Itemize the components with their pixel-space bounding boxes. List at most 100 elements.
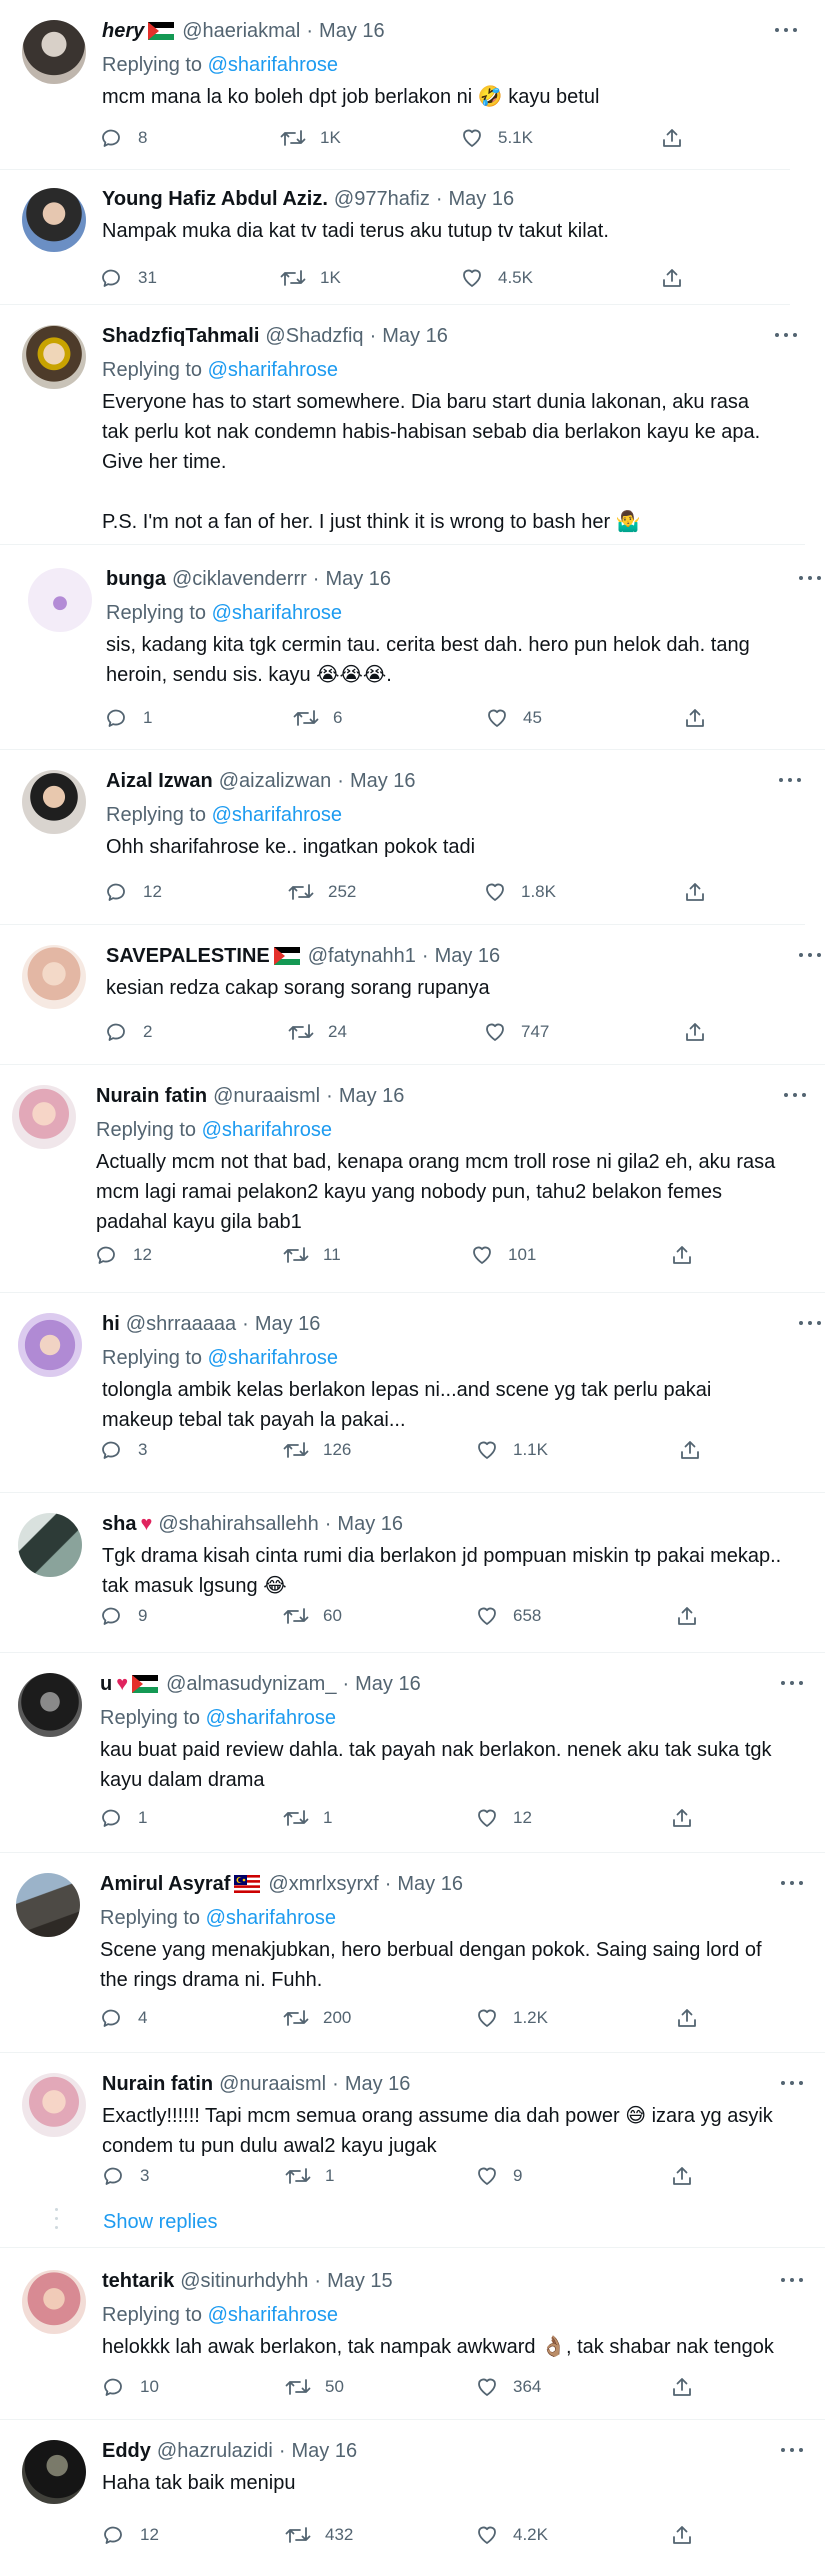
avatar[interactable] bbox=[22, 770, 86, 834]
mention-link[interactable]: @sharifahrose bbox=[212, 804, 342, 826]
retweet-button[interactable]: 432 bbox=[285, 2520, 353, 2550]
retweet-button[interactable]: 6 bbox=[293, 703, 342, 733]
avatar[interactable] bbox=[22, 325, 86, 389]
tweet-date[interactable]: May 15 bbox=[327, 2270, 393, 2293]
share-button[interactable] bbox=[683, 877, 707, 907]
share-button[interactable] bbox=[660, 123, 684, 153]
tweet-date[interactable]: May 16 bbox=[382, 325, 448, 348]
author-handle[interactable]: @shahirahsallehh bbox=[158, 1513, 318, 1536]
more-icon[interactable] bbox=[775, 770, 805, 790]
author-name[interactable]: Amirul Asyraf bbox=[100, 1873, 230, 1896]
tweet-card[interactable]: Eddy @hazrulazidi · May 16 Haha tak baik… bbox=[0, 2420, 825, 2560]
author-name[interactable]: Young Hafiz Abdul Aziz. bbox=[102, 188, 328, 211]
avatar[interactable] bbox=[22, 2073, 86, 2137]
avatar[interactable] bbox=[22, 20, 86, 84]
reply-button[interactable]: 3 bbox=[102, 2161, 149, 2191]
tweet-date[interactable]: May 16 bbox=[435, 945, 501, 968]
avatar[interactable] bbox=[16, 1873, 80, 1937]
avatar[interactable] bbox=[18, 1673, 82, 1737]
more-icon[interactable] bbox=[777, 2073, 807, 2093]
reply-button[interactable]: 12 bbox=[95, 1240, 152, 1270]
avatar[interactable] bbox=[18, 1513, 82, 1577]
author-handle[interactable]: @xmrlxsyrxf bbox=[268, 1873, 378, 1896]
more-icon[interactable] bbox=[777, 2440, 807, 2460]
mention-link[interactable]: @sharifahrose bbox=[212, 602, 342, 624]
tweet-card[interactable]: bunga @ciklavenderrr · May 16 Replying t… bbox=[0, 548, 825, 750]
author-name[interactable]: Eddy bbox=[102, 2440, 151, 2463]
tweet-date[interactable]: May 16 bbox=[337, 1513, 403, 1536]
author-handle[interactable]: @fatynahh1 bbox=[308, 945, 416, 968]
author-handle[interactable]: @nuraaisml bbox=[213, 1085, 320, 1108]
tweet-card[interactable]: tehtarik @sitinurhdyhh · May 15 Replying… bbox=[0, 2250, 825, 2420]
author-handle[interactable]: @sitinurhdyhh bbox=[180, 2270, 308, 2293]
more-icon[interactable] bbox=[777, 1673, 807, 1693]
avatar[interactable] bbox=[12, 1085, 76, 1149]
tweet-card[interactable]: u ♥ @almasudynizam_ · May 16 Replying to… bbox=[0, 1653, 825, 1853]
reply-button[interactable]: 12 bbox=[102, 2520, 159, 2550]
share-button[interactable] bbox=[670, 2372, 694, 2402]
share-button[interactable] bbox=[670, 2161, 694, 2191]
tweet-card[interactable]: hi @shrraaaaa · May 16 Replying to @shar… bbox=[0, 1293, 825, 1493]
mention-link[interactable]: @sharifahrose bbox=[208, 2304, 338, 2326]
tweet-date[interactable]: May 16 bbox=[325, 568, 391, 591]
share-button[interactable] bbox=[670, 1803, 694, 1833]
retweet-button[interactable]: 1 bbox=[285, 2161, 334, 2191]
show-replies-label[interactable]: Show replies bbox=[103, 2211, 218, 2234]
mention-link[interactable]: @sharifahrose bbox=[206, 1707, 336, 1729]
reply-button[interactable]: 2 bbox=[105, 1017, 152, 1047]
like-button[interactable]: 12 bbox=[475, 1803, 532, 1833]
tweet-card[interactable]: sha ♥ @shahirahsallehh · May 16 Tgk dram… bbox=[0, 1493, 825, 1653]
author-name[interactable]: tehtarik bbox=[102, 2270, 174, 2293]
share-button[interactable] bbox=[683, 1017, 707, 1047]
author-handle[interactable]: @ciklavenderrr bbox=[172, 568, 307, 591]
more-icon[interactable] bbox=[780, 1085, 810, 1105]
like-button[interactable]: 4.5K bbox=[460, 263, 533, 293]
tweet-card[interactable]: Nurain fatin @nuraaisml · May 16 Replyin… bbox=[0, 1065, 825, 1293]
tweet-date[interactable]: May 16 bbox=[319, 20, 385, 43]
avatar[interactable] bbox=[22, 2270, 86, 2334]
share-button[interactable] bbox=[675, 1601, 699, 1631]
reply-button[interactable]: 31 bbox=[100, 263, 157, 293]
tweet-date[interactable]: May 16 bbox=[397, 1873, 463, 1896]
tweet-date[interactable]: May 16 bbox=[339, 1085, 405, 1108]
reply-button[interactable]: 1 bbox=[105, 703, 152, 733]
reply-button[interactable]: 8 bbox=[100, 123, 147, 153]
mention-link[interactable]: @sharifahrose bbox=[208, 1347, 338, 1369]
tweet-date[interactable]: May 16 bbox=[350, 770, 416, 793]
like-button[interactable]: 1.8K bbox=[483, 877, 556, 907]
like-button[interactable]: 1.1K bbox=[475, 1435, 548, 1465]
author-handle[interactable]: @Shadzfiq bbox=[265, 325, 363, 348]
tweet-card[interactable]: SAVEPALESTINE @fatynahh1 · May 16 kesian… bbox=[0, 925, 825, 1065]
like-button[interactable]: 364 bbox=[475, 2372, 541, 2402]
mention-link[interactable]: @sharifahrose bbox=[208, 54, 338, 76]
like-button[interactable]: 658 bbox=[475, 1601, 541, 1631]
author-name[interactable]: Nurain fatin bbox=[102, 2073, 213, 2096]
retweet-button[interactable]: 252 bbox=[288, 877, 356, 907]
avatar[interactable] bbox=[22, 2440, 86, 2504]
avatar[interactable] bbox=[18, 1313, 82, 1377]
tweet-date[interactable]: May 16 bbox=[355, 1673, 421, 1696]
retweet-button[interactable]: 50 bbox=[285, 2372, 344, 2402]
tweet-card[interactable]: Young Hafiz Abdul Aziz. @977hafiz · May … bbox=[0, 170, 790, 305]
author-name[interactable]: sha bbox=[102, 1513, 136, 1536]
retweet-button[interactable]: 126 bbox=[283, 1435, 351, 1465]
author-name[interactable]: ShadzfiqTahmali bbox=[102, 325, 259, 348]
tweet-date[interactable]: May 16 bbox=[255, 1313, 321, 1336]
avatar[interactable] bbox=[28, 568, 92, 632]
retweet-button[interactable]: 1K bbox=[280, 123, 341, 153]
author-handle[interactable]: @aizalizwan bbox=[219, 770, 332, 793]
author-handle[interactable]: @977hafiz bbox=[334, 188, 430, 211]
tweet-date[interactable]: May 16 bbox=[449, 188, 515, 211]
reply-button[interactable]: 3 bbox=[100, 1435, 147, 1465]
like-button[interactable]: 45 bbox=[485, 703, 542, 733]
like-button[interactable]: 9 bbox=[475, 2161, 522, 2191]
author-name[interactable]: Aizal Izwan bbox=[106, 770, 213, 793]
author-name[interactable]: Nurain fatin bbox=[96, 1085, 207, 1108]
more-icon[interactable] bbox=[777, 2270, 807, 2290]
author-handle[interactable]: @shrraaaaa bbox=[126, 1313, 236, 1336]
tweet-card[interactable]: Amirul Asyraf @xmrlxsyrxf · May 16 Reply… bbox=[0, 1853, 825, 2053]
share-button[interactable] bbox=[678, 1435, 702, 1465]
mention-link[interactable]: @sharifahrose bbox=[206, 1907, 336, 1929]
author-handle[interactable]: @almasudynizam_ bbox=[166, 1673, 336, 1696]
tweet-date[interactable]: May 16 bbox=[345, 2073, 411, 2096]
